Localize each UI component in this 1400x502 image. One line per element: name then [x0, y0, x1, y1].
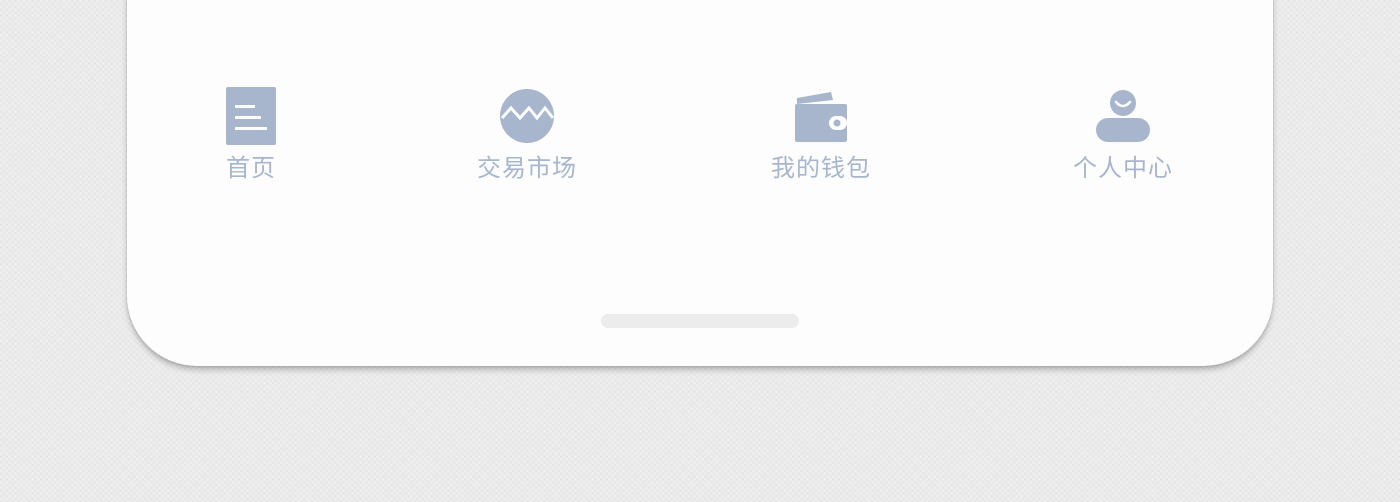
tab-market[interactable]: 交易市场 [477, 88, 577, 182]
wallet-icon [793, 88, 849, 144]
document-icon [223, 87, 279, 145]
tab-wallet-label: 我的钱包 [771, 154, 871, 182]
home-indicator[interactable] [601, 314, 799, 328]
market-wave-icon [499, 88, 555, 144]
phone-bottom-panel: 首页 交易市场 我的钱包 个人中心 [127, 0, 1273, 366]
tab-home[interactable]: 首页 [223, 87, 279, 182]
tab-profile-label: 个人中心 [1073, 154, 1173, 182]
user-icon [1095, 88, 1151, 144]
screenshot-stage: 首页 交易市场 我的钱包 个人中心 [0, 0, 1400, 502]
tab-home-label: 首页 [226, 154, 276, 182]
tab-market-label: 交易市场 [477, 154, 577, 182]
tab-wallet[interactable]: 我的钱包 [771, 88, 871, 182]
tab-profile[interactable]: 个人中心 [1073, 88, 1173, 182]
